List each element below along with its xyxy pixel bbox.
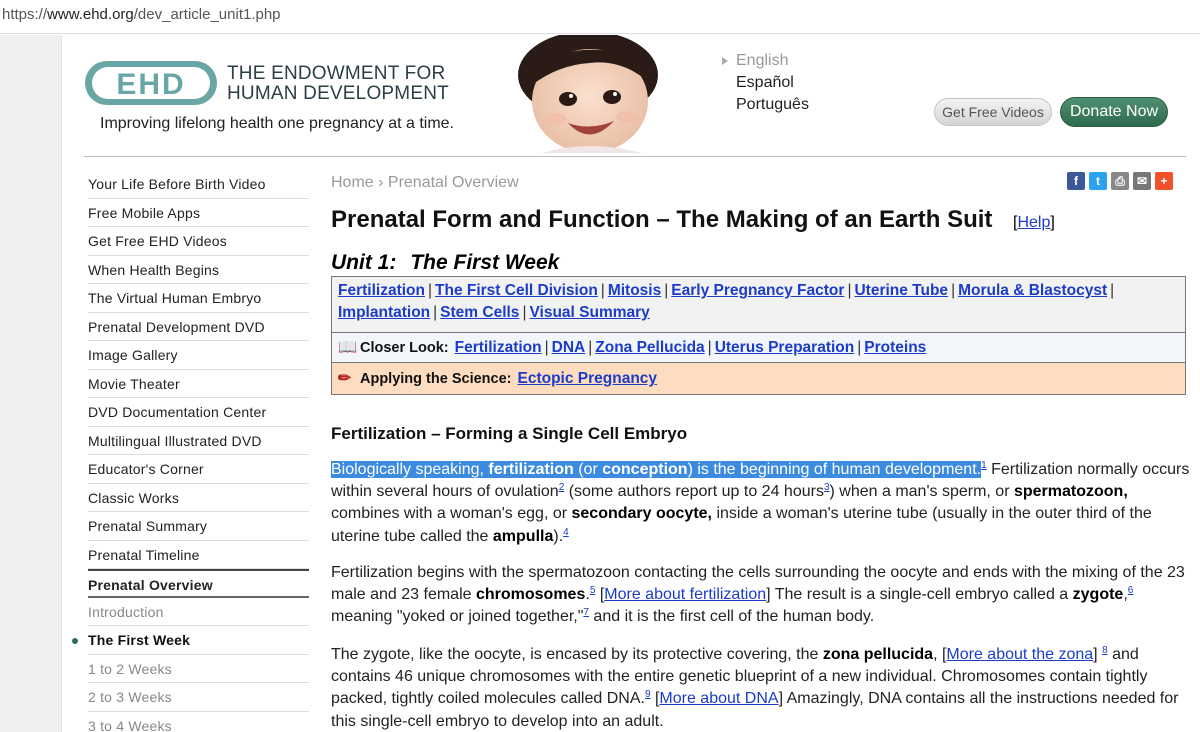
sidebar-nav: Your Life Before Birth Video Free Mobile… <box>72 170 309 732</box>
left-gutter <box>0 35 62 732</box>
page-title: Prenatal Form and Function – The Making … <box>331 206 993 233</box>
unit-navigation-box: Fertilization | The First Cell Division | Mi… <box>331 276 1186 395</box>
sidebar-item-the-first-week[interactable]: The First Week <box>72 626 309 655</box>
topic-link-implantation[interactable]: Implantation <box>338 304 430 321</box>
topic-link-early-pregnancy-factor[interactable]: Early Pregnancy Factor <box>671 282 844 299</box>
sidebar-item-when-health-begins[interactable]: When Health Begins <box>88 256 309 284</box>
org-name-line2: HUMAN DEVELOPMENT <box>227 83 449 104</box>
selected-text: Biologically speaking, fertilization (or… <box>331 461 982 478</box>
paragraph-2: Fertilization begins with the spermatozo… <box>331 564 1185 626</box>
footnote-ref[interactable]: 6 <box>1128 585 1134 596</box>
more-about-fertilization-link[interactable]: More about fertilization <box>604 586 766 603</box>
sidebar-item-free-mobile-apps[interactable]: Free Mobile Apps <box>88 199 309 227</box>
donate-now-button[interactable]: Donate Now <box>1060 97 1168 127</box>
sidebar-item-your-life-before-birth-video[interactable]: Your Life Before Birth Video <box>88 170 309 199</box>
closer-look-link-fertilization[interactable]: Fertilization <box>455 339 542 356</box>
lang-english[interactable]: English <box>720 50 809 72</box>
applying-link-ectopic-pregnancy[interactable]: Ectopic Pregnancy <box>517 370 657 387</box>
pencil-icon: ✏ <box>338 370 351 387</box>
closer-look-label: Closer Look: <box>360 340 449 356</box>
sidebar-item-educators-corner[interactable]: Educator's Corner <box>88 455 309 484</box>
applying-science-label: Applying the Science: <box>360 371 512 387</box>
sidebar-item-multilingual-illustrated-dvd[interactable]: Multilingual Illustrated DVD <box>88 427 309 455</box>
url-domain: www.ehd.org <box>47 6 134 23</box>
sidebar-item-2-to-3-weeks[interactable]: 2 to 3 Weeks <box>88 683 309 712</box>
email-icon[interactable]: ✉ <box>1133 172 1151 190</box>
footnote-ref[interactable]: 4 <box>563 527 569 538</box>
unit-title: Unit 1: The First Week <box>331 251 559 275</box>
closer-look-row: 📖 Closer Look: Fertilization | DNA | Zona Pell… <box>332 333 1185 363</box>
lang-portugues[interactable]: Português <box>720 94 809 116</box>
help-link: [Help] <box>1013 214 1055 231</box>
more-about-zona-link[interactable]: More about the zona <box>946 646 1093 663</box>
twitter-icon[interactable]: t <box>1089 172 1107 190</box>
topic-link-uterine-tube[interactable]: Uterine Tube <box>854 282 948 299</box>
sidebar-item-prenatal-overview[interactable]: Prenatal Overview <box>88 569 309 598</box>
section-heading: Fertilization – Forming a Single Cell Em… <box>331 424 688 443</box>
book-icon: 📖 <box>338 339 358 356</box>
paragraph-3: The zygote, like the oocyte, is encased … <box>331 645 1179 730</box>
header-divider <box>84 156 1186 157</box>
sidebar-item-introduction[interactable]: Introduction <box>88 598 309 626</box>
sidebar-item-image-gallery[interactable]: Image Gallery <box>88 341 309 370</box>
sidebar-item-get-free-ehd-videos[interactable]: Get Free EHD Videos <box>88 227 309 256</box>
help-link-text[interactable]: Help <box>1017 214 1050 231</box>
site-header: EHD THE ENDOWMENT FOR HUMAN DEVELOPMENT … <box>62 35 1200 157</box>
sidebar-item-prenatal-summary[interactable]: Prenatal Summary <box>88 512 309 541</box>
closer-look-link-uterus-preparation[interactable]: Uterus Preparation <box>715 339 855 356</box>
topic-link-mitosis[interactable]: Mitosis <box>608 282 661 299</box>
sidebar-item-dvd-documentation-center[interactable]: DVD Documentation Center <box>88 398 309 427</box>
closer-look-link-proteins[interactable]: Proteins <box>864 339 926 356</box>
print-icon[interactable]: ⎙ <box>1111 172 1129 190</box>
sidebar-item-classic-works[interactable]: Classic Works <box>88 484 309 512</box>
breadcrumb[interactable]: Home › Prenatal Overview <box>331 174 519 192</box>
org-name-line1: THE ENDOWMENT FOR <box>227 63 446 84</box>
baby-photo <box>502 35 680 155</box>
current-page-dot <box>72 638 78 644</box>
sidebar-item-virtual-human-embryo[interactable]: The Virtual Human Embryo <box>88 284 309 313</box>
url-text[interactable]: https://www.ehd.org/dev_article_unit1.ph… <box>2 6 281 23</box>
get-free-videos-button[interactable]: Get Free Videos <box>934 98 1052 126</box>
topic-link-first-cell-division[interactable]: The First Cell Division <box>435 282 598 299</box>
facebook-icon[interactable]: f <box>1067 172 1085 190</box>
url-prefix: https:// <box>2 6 48 23</box>
language-switcher: English Español Português <box>720 50 809 116</box>
topic-link-stem-cells[interactable]: Stem Cells <box>440 304 519 321</box>
closer-look-link-dna[interactable]: DNA <box>552 339 586 356</box>
social-share-bar: f t ⎙ ✉ + <box>1067 172 1173 190</box>
topic-link-visual-summary[interactable]: Visual Summary <box>529 304 649 321</box>
applying-science-row: ✏ Applying the Science: Ectopic Pregnancy <box>332 363 1185 394</box>
unit-name: The First Week <box>410 251 560 274</box>
closer-look-link-zona-pellucida[interactable]: Zona Pellucida <box>595 339 704 356</box>
topic-links-row: Fertilization | The First Cell Division | Mi… <box>332 277 1185 333</box>
sidebar-item-3-to-4-weeks[interactable]: 3 to 4 Weeks <box>88 712 309 732</box>
sidebar-item-label: The First Week <box>88 632 191 648</box>
sidebar-item-prenatal-development-dvd[interactable]: Prenatal Development DVD <box>88 313 309 341</box>
sidebar-item-movie-theater[interactable]: Movie Theater <box>88 370 309 398</box>
ehd-logo[interactable]: EHD <box>84 60 218 106</box>
topic-link-morula-blastocyst[interactable]: Morula & Blastocyst <box>958 282 1107 299</box>
address-bar[interactable]: https://www.ehd.org/dev_article_unit1.ph… <box>0 0 1200 34</box>
tagline: Improving lifelong health one pregnancy … <box>100 115 454 132</box>
sidebar-item-prenatal-timeline[interactable]: Prenatal Timeline <box>88 541 309 569</box>
sidebar-item-1-to-2-weeks[interactable]: 1 to 2 Weeks <box>88 655 309 683</box>
org-name: THE ENDOWMENT FOR HUMAN DEVELOPMENT <box>227 64 449 104</box>
lang-espanol[interactable]: Español <box>720 72 809 94</box>
topic-link-fertilization[interactable]: Fertilization <box>338 282 425 299</box>
unit-label: Unit 1: <box>331 251 397 274</box>
logo-lettering: EHD <box>116 68 185 101</box>
url-path: /dev_article_unit1.php <box>133 6 281 23</box>
paragraph-1: Biologically speaking, fertilization (or… <box>331 460 1190 545</box>
share-icon[interactable]: + <box>1155 172 1173 190</box>
more-about-dna-link[interactable]: More about DNA <box>659 690 778 707</box>
